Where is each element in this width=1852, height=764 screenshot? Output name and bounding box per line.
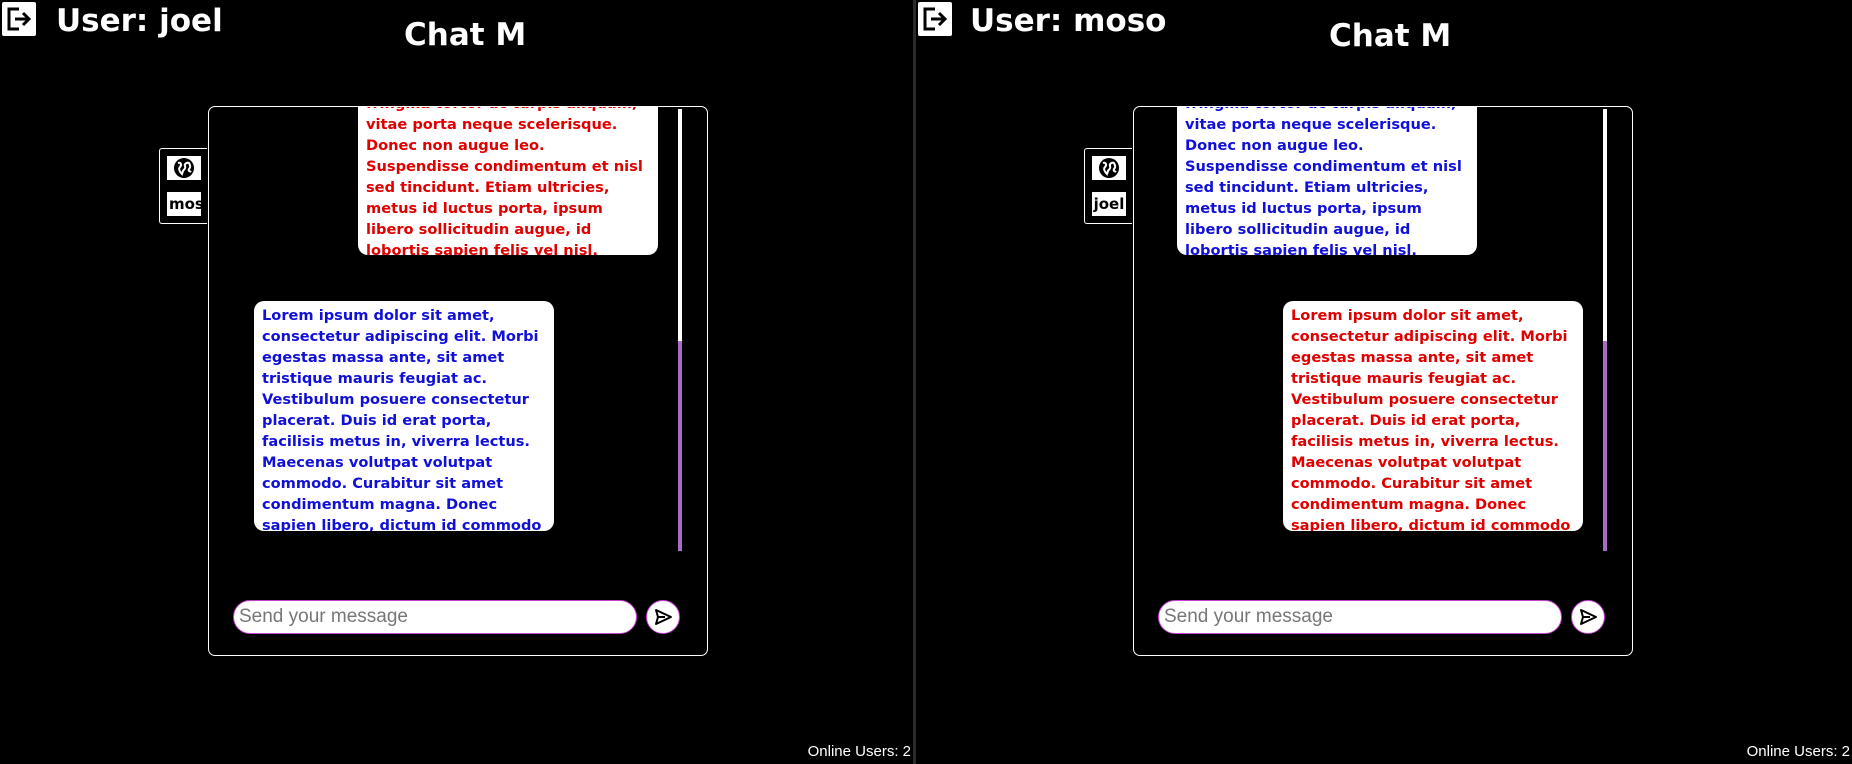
send-button[interactable] (646, 600, 680, 634)
public-chat-button[interactable] (1092, 156, 1126, 180)
scrollbar-thumb[interactable] (1603, 341, 1607, 551)
online-users-count: Online Users: 2 (807, 743, 911, 760)
message-bubble-sent: fringilla tortor ac turpis aliquam, vita… (358, 107, 658, 255)
message-list: fringilla tortor ac turpis aliquam, vita… (1134, 107, 1608, 551)
globe-icon (1099, 158, 1119, 178)
online-users-count: Online Users: 2 (1746, 743, 1850, 760)
message-text: fringilla tortor ac turpis aliquam, vita… (366, 107, 643, 255)
contact-item[interactable]: joel (1092, 192, 1126, 216)
chat-box: fringilla tortor ac turpis aliquam, vita… (208, 106, 708, 656)
chat-box: fringilla tortor ac turpis aliquam, vita… (1133, 106, 1633, 656)
message-input[interactable]: Send your message (1158, 600, 1562, 634)
message-input[interactable]: Send your message (233, 600, 637, 634)
app-title: Chat M (404, 17, 527, 53)
chat-window-joel: User: joel Chat M moso fringilla tortor … (0, 0, 913, 764)
message-bubble-received: fringilla tortor ac turpis aliquam, vita… (1177, 107, 1477, 255)
contact-item[interactable]: moso (167, 192, 201, 216)
logout-icon (923, 7, 948, 31)
message-text: fringilla tortor ac turpis aliquam, vita… (1185, 107, 1462, 255)
logout-button[interactable] (918, 2, 952, 36)
send-icon (655, 609, 672, 625)
logout-icon (7, 7, 32, 31)
send-icon (1580, 609, 1597, 625)
message-bubble-received: Lorem ipsum dolor sit amet, consectetur … (254, 301, 554, 531)
chat-window-moso: User: moso Chat M joel fringilla tortor … (916, 0, 1852, 764)
message-text: Lorem ipsum dolor sit amet, consectetur … (1291, 307, 1571, 531)
current-user-label: User: moso (970, 3, 1167, 39)
message-list: fringilla tortor ac turpis aliquam, vita… (209, 107, 683, 551)
globe-icon (174, 158, 194, 178)
message-bubble-sent: Lorem ipsum dolor sit amet, consectetur … (1283, 301, 1583, 531)
public-chat-button[interactable] (167, 156, 201, 180)
send-button[interactable] (1571, 600, 1605, 634)
scrollbar-thumb[interactable] (678, 341, 682, 551)
current-user-label: User: joel (56, 3, 223, 39)
message-text: Lorem ipsum dolor sit amet, consectetur … (262, 307, 542, 531)
app-title: Chat M (1329, 18, 1452, 54)
contact-list: joel (1084, 148, 1132, 224)
logout-button[interactable] (2, 2, 36, 36)
contact-list: moso (159, 148, 207, 224)
